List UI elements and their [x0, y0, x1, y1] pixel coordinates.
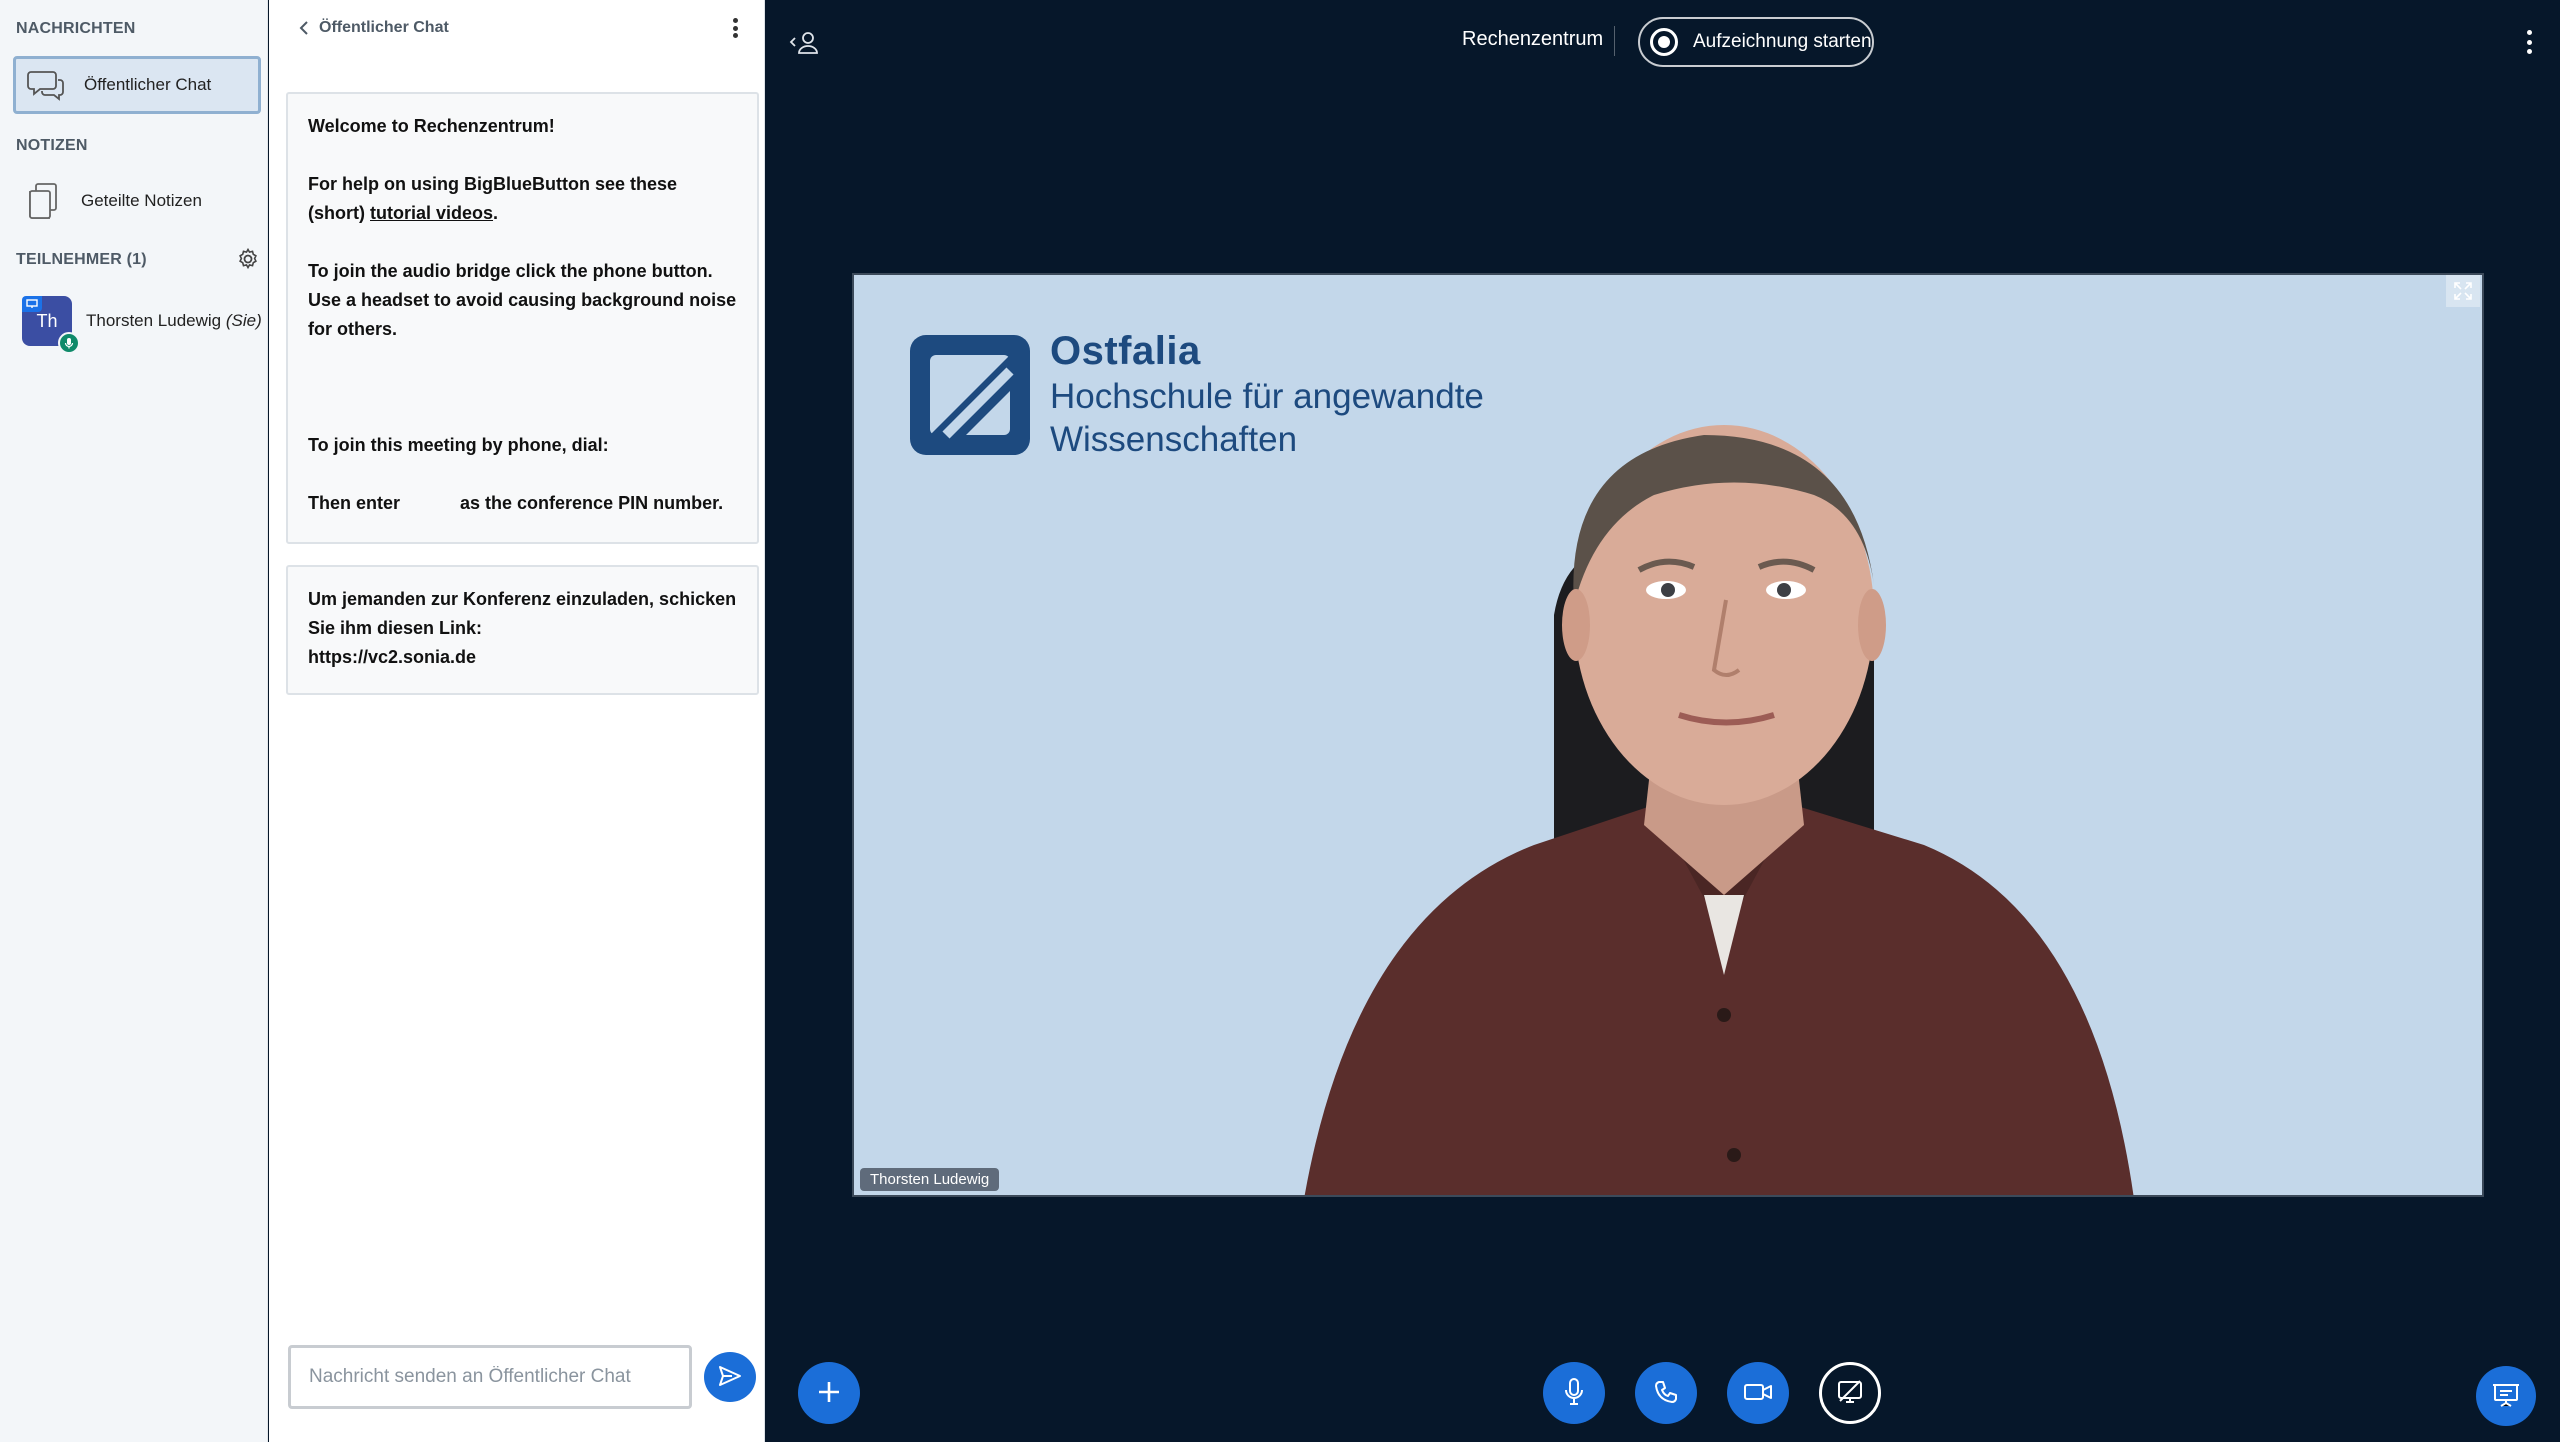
welcome-line: Welcome to Rechenzentrum! [308, 112, 737, 141]
phone-button[interactable] [1635, 1362, 1697, 1424]
options-menu-button[interactable] [2524, 28, 2534, 56]
help-suffix: . [493, 203, 499, 223]
invite-message: Um jemanden zur Konferenz einzuladen, sc… [286, 565, 759, 695]
start-recording-button[interactable]: Aufzeichnung starten [1638, 17, 1874, 67]
welcome-prefix: Welcome to [308, 116, 414, 136]
video-participant-label: Thorsten Ludewig [860, 1168, 1000, 1191]
user-toggle-icon[interactable] [788, 28, 822, 56]
user-list-sidebar: NACHRICHTEN Öffentlicher Chat NOTIZEN Ge… [0, 0, 268, 1442]
fullscreen-icon[interactable] [2446, 275, 2480, 307]
chat-bubbles-icon [26, 67, 66, 103]
invite-link[interactable]: https://vc2.sonia.de [308, 643, 737, 672]
screenshare-button[interactable] [1819, 1362, 1881, 1424]
phone-icon [1653, 1379, 1679, 1408]
participant-you-label: (Sie) [225, 311, 262, 330]
messages-section-title: NACHRICHTEN [16, 20, 136, 37]
record-icon [1650, 28, 1678, 56]
shared-notes-label: Geteilte Notizen [81, 191, 202, 210]
chat-title[interactable]: Öffentlicher Chat [319, 19, 449, 37]
welcome-meeting-name: Rechenzentrum [413, 116, 549, 136]
participant-item[interactable]: Th Thorsten Ludewig (Sie) [13, 290, 263, 354]
microphone-icon [1563, 1377, 1585, 1410]
document-icon [23, 181, 63, 221]
microphone-button[interactable] [1543, 1362, 1605, 1424]
actions-button[interactable] [798, 1362, 860, 1424]
participant-video-figure [1304, 425, 2134, 1195]
audio-instructions: To join the audio bridge click the phone… [308, 261, 737, 339]
notes-section-title: NOTIZEN [16, 137, 88, 154]
brand-name: Ostfalia [1050, 329, 1201, 373]
participants-section-title: TEILNEHMER (1) [16, 251, 147, 268]
phone-instructions: To join this meeting by phone, dial: [308, 435, 609, 455]
pin-prefix: Then enter [308, 493, 401, 513]
main-area: Rechenzentrum Aufzeichnung starten Ostfa… [766, 0, 2560, 1442]
tutorial-videos-link[interactable]: tutorial videos [370, 203, 493, 223]
plus-icon [816, 1379, 842, 1408]
help-line: For help on using BigBlueButton see thes… [308, 170, 737, 228]
camera-button[interactable] [1727, 1362, 1789, 1424]
chat-header: Öffentlicher Chat [269, 0, 764, 56]
participant-name: Thorsten Ludewig (Sie) [86, 311, 262, 331]
invite-text: Um jemanden zur Konferenz einzuladen, sc… [308, 589, 737, 638]
avatar: Th [22, 296, 80, 354]
chat-message-input[interactable] [288, 1345, 692, 1409]
meeting-name: Rechenzentrum [1462, 28, 1604, 50]
gear-icon[interactable] [237, 247, 259, 270]
chat-options-button[interactable] [728, 16, 742, 40]
presentation-icon [2492, 1382, 2520, 1411]
presenter-icon [22, 296, 42, 312]
camera-icon [1743, 1381, 1773, 1406]
pin-instructions: Then enter as the conference PIN number. [308, 489, 737, 518]
chat-panel: Öffentlicher Chat Welcome to Rechenzentr… [269, 0, 765, 1442]
webcam-video[interactable]: Ostfalia Hochschule für angewandte Wisse… [852, 273, 2484, 1197]
welcome-suffix: ! [548, 116, 555, 136]
pin-suffix: as the conference PIN number. [460, 493, 724, 513]
microphone-status-icon [58, 332, 80, 354]
avatar-initials: Th [36, 310, 58, 331]
chevron-left-icon[interactable] [295, 17, 313, 39]
ostfalia-logo [910, 335, 1030, 455]
send-icon [718, 1365, 742, 1390]
send-button[interactable] [704, 1352, 756, 1402]
screenshare-off-icon [1836, 1379, 1864, 1408]
record-label: Aufzeichnung starten [1693, 31, 1872, 52]
public-chat-label: Öffentlicher Chat [84, 75, 212, 94]
header-divider [1614, 26, 1615, 56]
presentation-button[interactable] [2476, 1366, 2536, 1426]
public-chat-item[interactable]: Öffentlicher Chat [13, 56, 261, 114]
welcome-message: Welcome to Rechenzentrum! For help on us… [286, 92, 759, 544]
shared-notes-item[interactable]: Geteilte Notizen [13, 172, 261, 230]
participant-name-text: Thorsten Ludewig [86, 311, 222, 330]
